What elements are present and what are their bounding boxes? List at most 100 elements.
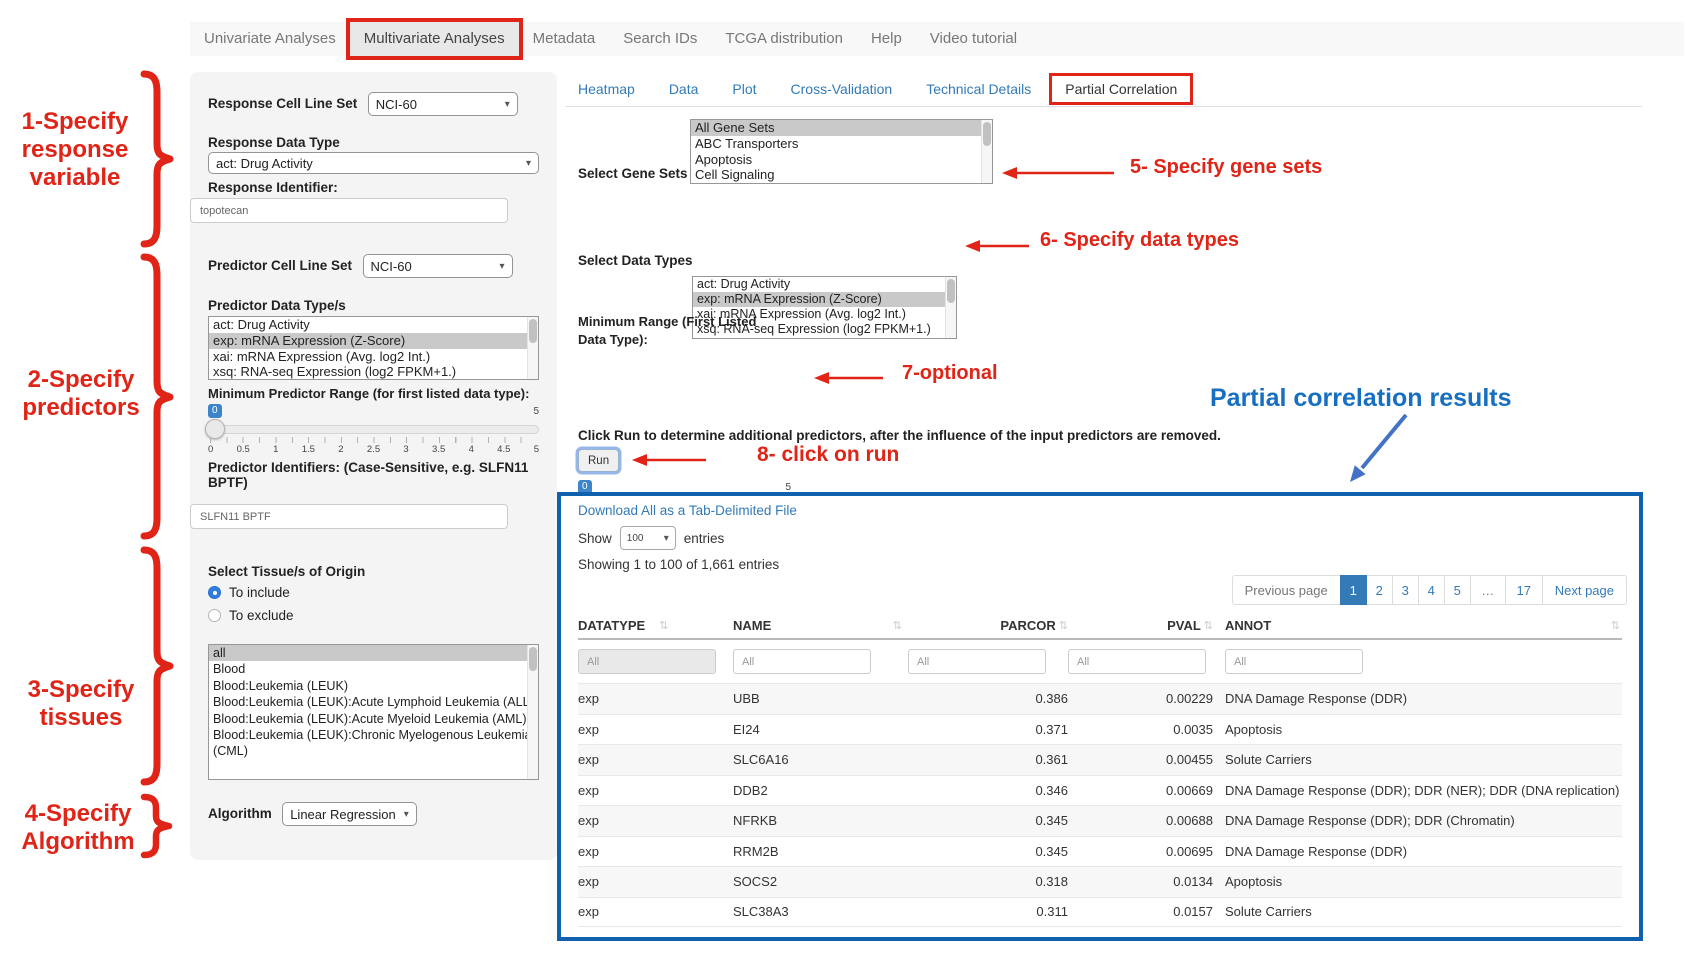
page-button-3[interactable]: 3 <box>1392 575 1419 605</box>
list-option-selected[interactable]: exp: mRNA Expression (Z-Score) <box>693 292 956 307</box>
table-filter-row <box>578 640 1622 683</box>
sort-icon[interactable]: ⇅ <box>1204 619 1213 632</box>
list-option[interactable]: Blood <box>209 661 538 677</box>
algorithm-select[interactable]: Linear Regression ▾ <box>282 802 417 826</box>
column-header-datatype[interactable]: DATATYPE⇅ <box>578 618 733 633</box>
annotation-step3: 3-Specify tissues <box>20 676 142 732</box>
response-data-type-select[interactable]: act: Drug Activity ▾ <box>208 152 539 174</box>
tab-data[interactable]: Data <box>656 76 712 102</box>
filter-input-name[interactable] <box>733 649 871 674</box>
filter-input-parcor[interactable] <box>908 649 1046 674</box>
min-predictor-range-slider: 0 5 00.511.522.533.544.55 <box>208 404 539 458</box>
chevron-down-icon: ▾ <box>505 99 510 110</box>
list-option[interactable]: act: Drug Activity <box>693 277 956 292</box>
predictor-cell-line-set-select[interactable]: NCI-60 ▾ <box>363 254 513 278</box>
list-option[interactable]: ABC Transporters <box>691 136 992 152</box>
nav-item-univariate-analyses[interactable]: Univariate Analyses <box>190 22 350 56</box>
run-button[interactable]: Run <box>578 449 619 472</box>
scrollbar[interactable] <box>527 317 538 379</box>
sort-icon[interactable]: ⇅ <box>893 619 902 632</box>
nav-item-tcga-distribution[interactable]: TCGA distribution <box>711 22 857 56</box>
tissue-include-radio[interactable]: To include <box>208 585 290 600</box>
list-option-selected[interactable]: All Gene Sets <box>691 120 992 136</box>
nav-item-metadata[interactable]: Metadata <box>519 22 610 56</box>
list-option[interactable]: Blood:Leukemia (LEUK):Chronic Myelogenou… <box>209 727 538 760</box>
predictor-identifiers-label: Predictor Identifiers: (Case-Sensitive, … <box>208 460 530 490</box>
nav-item-multivariate-analyses[interactable]: Multivariate Analyses <box>350 22 519 56</box>
annotation-step5: 5- Specify gene sets <box>1130 156 1322 178</box>
table-row[interactable]: exp EI24 0.371 0.0035 Apoptosis <box>578 714 1622 745</box>
tissue-exclude-radio[interactable]: To exclude <box>208 608 294 623</box>
filter-input-datatype[interactable] <box>578 649 716 674</box>
red-brace-step3 <box>136 546 176 786</box>
column-header-annot[interactable]: ANNOT⇅ <box>1213 618 1622 633</box>
list-option-selected[interactable]: all <box>209 645 538 661</box>
filter-input-annot[interactable] <box>1225 649 1363 674</box>
page-button-2[interactable]: 2 <box>1366 575 1393 605</box>
table-row[interactable]: exp RRM2B 0.345 0.00695 DNA Damage Respo… <box>578 836 1622 867</box>
list-option[interactable]: Apoptosis <box>691 152 992 168</box>
tab-cross-validation[interactable]: Cross-Validation <box>778 76 906 102</box>
radio-checked-icon[interactable] <box>208 586 221 599</box>
scrollbar-thumb[interactable] <box>947 279 955 303</box>
tissue-listbox[interactable]: all Blood Blood:Leukemia (LEUK) Blood:Le… <box>208 644 539 780</box>
predictor-data-types-listbox[interactable]: act: Drug Activity exp: mRNA Expression … <box>208 316 539 380</box>
list-option[interactable]: Cell Signaling <box>691 167 992 183</box>
sort-icon[interactable]: ⇅ <box>1611 619 1620 632</box>
predictor-identifiers-input[interactable] <box>190 504 508 529</box>
scrollbar-thumb[interactable] <box>529 647 537 671</box>
column-header-parcor[interactable]: PARCOR⇅ <box>908 618 1068 633</box>
list-option[interactable]: Blood:Leukemia (LEUK) <box>209 678 538 694</box>
column-header-name[interactable]: NAME⇅ <box>733 618 908 633</box>
min-range-label-line1: Minimum Range (First Listed <box>578 314 756 329</box>
table-row[interactable]: exp UBB 0.386 0.00229 DNA Damage Respons… <box>578 683 1622 714</box>
showing-entries-text: Showing 1 to 100 of 1,661 entries <box>578 557 779 572</box>
list-option[interactable]: xai: mRNA Expression (Avg. log2 Int.) <box>209 349 538 365</box>
table-row[interactable]: exp SLC6A16 0.361 0.00455 Solute Carrier… <box>578 744 1622 775</box>
response-cell-line-set-select[interactable]: NCI-60 ▾ <box>368 92 518 116</box>
pagination: Previous page 1 2 3 4 5 … 17 Next page <box>1233 575 1627 605</box>
tab-plot[interactable]: Plot <box>719 76 769 102</box>
data-types-listbox[interactable]: act: Drug Activity exp: mRNA Expression … <box>692 276 957 339</box>
list-option[interactable]: Blood:Leukemia (LEUK):Acute Lymphoid Leu… <box>209 694 538 710</box>
table-row[interactable]: exp DDB2 0.346 0.00669 DNA Damage Respon… <box>578 775 1622 806</box>
sort-icon[interactable]: ⇅ <box>659 619 668 632</box>
previous-page-button[interactable]: Previous page <box>1232 575 1341 605</box>
slider-track[interactable] <box>208 425 539 434</box>
table-row[interactable]: exp SOCS2 0.318 0.0134 Apoptosis <box>578 866 1622 897</box>
radio-unchecked-icon[interactable] <box>208 609 221 622</box>
gene-sets-listbox[interactable]: All Gene Sets ABC Transporters Apoptosis… <box>690 119 993 184</box>
table-row[interactable]: exp NFRKB 0.345 0.00688 DNA Damage Respo… <box>578 805 1622 836</box>
page-button-1[interactable]: 1 <box>1340 575 1367 605</box>
tab-heatmap[interactable]: Heatmap <box>565 76 648 102</box>
page-button-4[interactable]: 4 <box>1418 575 1445 605</box>
show-entries-select[interactable]: 100 ▾ <box>620 526 676 550</box>
nav-item-search-ids[interactable]: Search IDs <box>609 22 711 56</box>
page-button-17[interactable]: 17 <box>1505 575 1543 605</box>
tab-technical-details[interactable]: Technical Details <box>913 76 1044 102</box>
page-button-5[interactable]: 5 <box>1444 575 1471 605</box>
column-header-pval[interactable]: PVAL⇅ <box>1068 618 1213 633</box>
scrollbar[interactable] <box>981 120 992 183</box>
response-identifier-input[interactable] <box>190 198 508 223</box>
list-option[interactable]: xsq: RNA-seq Expression (log2 FPKM+1.) <box>209 364 538 380</box>
next-page-button[interactable]: Next page <box>1542 575 1627 605</box>
list-option[interactable]: act: Drug Activity <box>209 317 538 333</box>
list-option[interactable]: Blood:Leukemia (LEUK):Acute Myeloid Leuk… <box>209 711 538 727</box>
filter-input-pval[interactable] <box>1068 649 1206 674</box>
scrollbar[interactable] <box>945 277 956 338</box>
slider-tick-labels: 00.511.522.533.544.55 <box>208 444 539 455</box>
slider-handle[interactable] <box>205 419 225 439</box>
nav-item-video-tutorial[interactable]: Video tutorial <box>916 22 1031 56</box>
scrollbar-thumb[interactable] <box>983 122 991 146</box>
red-brace-step1 <box>136 70 176 248</box>
tab-partial-correlation[interactable]: Partial Correlation <box>1052 76 1190 102</box>
table-row[interactable]: exp SLC38A3 0.311 0.0157 Solute Carriers <box>578 897 1622 928</box>
nav-item-help[interactable]: Help <box>857 22 916 56</box>
sort-icon[interactable]: ⇅ <box>1059 619 1068 632</box>
download-all-link[interactable]: Download All as a Tab-Delimited File <box>578 503 797 518</box>
scrollbar[interactable] <box>527 645 538 779</box>
scrollbar-thumb[interactable] <box>529 319 537 343</box>
list-option-selected[interactable]: exp: mRNA Expression (Z-Score) <box>209 333 538 349</box>
predictor-data-types-label: Predictor Data Type/s <box>208 298 346 313</box>
